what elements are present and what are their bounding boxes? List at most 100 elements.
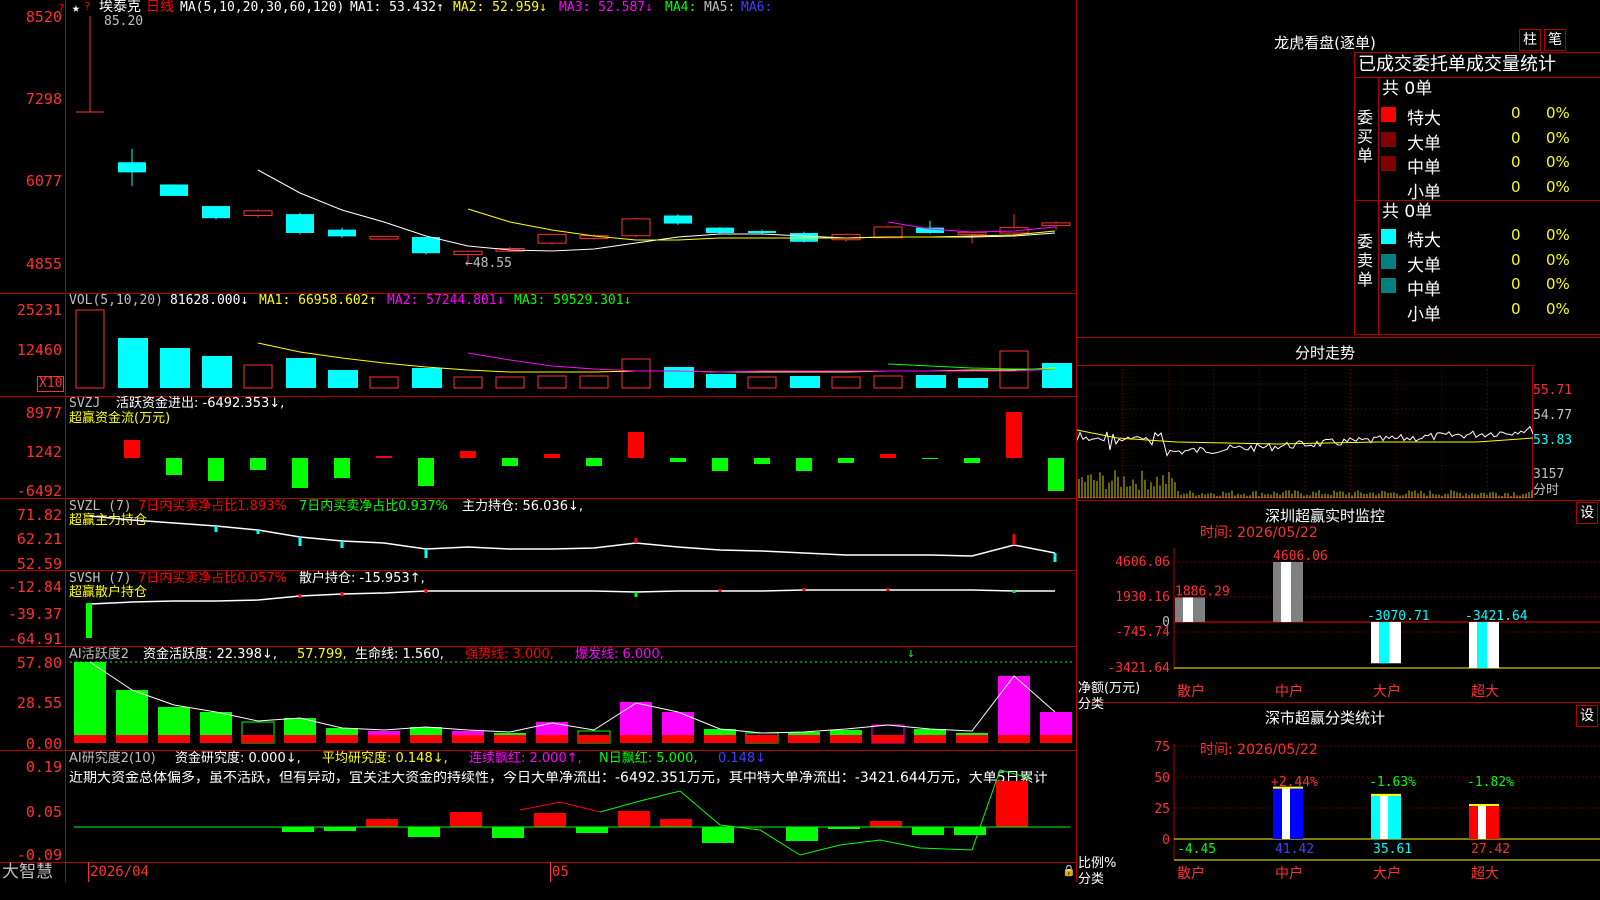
intraday-chart[interactable] [1077, 365, 1533, 498]
fund-flow-bar [376, 456, 392, 458]
monitor-settings-button[interactable]: 设 [1576, 502, 1598, 524]
candle-body [118, 162, 146, 173]
legend-value: 0 [1511, 128, 1521, 147]
activity-base [914, 735, 946, 743]
sell-side-label: 委卖单 [1357, 232, 1374, 289]
activity-base [830, 735, 862, 743]
lock-icon[interactable]: 🔒 [1062, 864, 1076, 878]
svzl-axis-label: 62.21 [16, 530, 62, 548]
panel-separator [1077, 500, 1600, 501]
ma1-value: MA1: 53.432↑ [350, 0, 444, 15]
activity-base [872, 735, 904, 743]
lhb-divider [1354, 77, 1600, 78]
svzj-title: SVZJ [69, 396, 101, 411]
research-bar [828, 827, 860, 829]
svsh-hold: 散户持仓: -15.953↑, [299, 571, 425, 586]
classify-settings-button[interactable]: 设 [1576, 705, 1598, 727]
legend-swatch [1381, 131, 1396, 147]
candle-body [412, 237, 440, 254]
legend-label: 中单 [1407, 280, 1441, 300]
fund-flow-bar [838, 458, 854, 463]
lhb-divider [1354, 200, 1600, 201]
ai-research-cont: 连续飘红: 2.000↑, [469, 751, 582, 766]
period-label[interactable]: 日线 [146, 0, 174, 14]
ai-research-title: AI研究度2(10) [69, 751, 156, 766]
svsh-name: 超赢散户持仓 [69, 585, 148, 600]
candle-body [286, 214, 314, 234]
retail-holding-line [89, 589, 1055, 605]
research-line [519, 801, 601, 813]
volume-bar [328, 370, 358, 388]
bar-mode-button[interactable]: 柱 [1519, 29, 1541, 51]
volume-bar [873, 375, 903, 389]
svsh-axis-label: -39.37 [7, 605, 62, 623]
legend-label: 大单 [1407, 133, 1441, 154]
buy-row: 大单 0 0% [1381, 128, 1598, 154]
brand-label: 大智慧 [2, 862, 53, 882]
activity-bar [704, 729, 736, 743]
activity-base [956, 735, 988, 743]
candle-body [999, 227, 1029, 234]
ai-active-axis-label: 28.55 [16, 694, 62, 712]
vol-ma-line [257, 342, 1056, 373]
ai-research-nday: N日飘红: 5.000, [599, 751, 698, 766]
ma3-line [887, 221, 1056, 233]
volume-bar [664, 367, 694, 388]
vol-ma1: MA1: 66958.602↑ [259, 293, 377, 308]
research-bar [450, 812, 482, 827]
activity-base [494, 735, 526, 743]
volume-bar [243, 364, 273, 389]
legend-value: 0 [1511, 104, 1521, 122]
classify-time: 时间: 2026/05/22 [1200, 742, 1318, 758]
research-bar [618, 811, 650, 827]
panel-separator [1077, 702, 1600, 703]
main-chart-area[interactable]: 8520 7298 6077 4855 ? ★ ? 埃泰克 日线 MA(5,10… [0, 0, 1077, 882]
date-tick [550, 862, 551, 882]
research-bar [366, 819, 398, 827]
ma2-value: MA2: 52.959↓ [453, 0, 547, 15]
activity-bar [284, 718, 316, 743]
lhb-divider [1378, 77, 1379, 334]
volume-bar [495, 376, 525, 389]
activity-bar [200, 712, 232, 743]
vol-axis-label: 12460 [16, 341, 62, 359]
candle-body [160, 184, 188, 196]
activity-base [200, 735, 232, 743]
activity-base [158, 735, 190, 743]
intraday-axis-label: 53.83 [1533, 433, 1573, 448]
legend-label: 中单 [1407, 158, 1441, 178]
alert-icon[interactable]: ? [58, 2, 65, 16]
legend-swatch [1381, 156, 1396, 171]
activity-base [788, 735, 820, 743]
sell-row: 中单 0 0% [1381, 275, 1598, 300]
fund-flow-bar [586, 458, 602, 466]
activity-base [242, 735, 274, 743]
main-holding-line [89, 515, 1056, 557]
research-bar [534, 813, 566, 827]
fund-flow-bar [670, 458, 686, 462]
candle-body [579, 235, 609, 239]
monitor-time: 时间: 2026/05/22 [1200, 525, 1318, 541]
sell-row: 大单 0 0% [1381, 251, 1598, 276]
activity-bar [326, 728, 358, 743]
volume-bar [202, 356, 232, 388]
monitor-xlabel: 分类 [1078, 697, 1105, 712]
activity-bar [452, 731, 484, 743]
vol-ma-line [887, 363, 1055, 370]
legend-value: 0 [1511, 299, 1521, 318]
research-bar [324, 827, 356, 831]
legend-swatch [1381, 181, 1396, 196]
candle-body [621, 218, 651, 237]
svzj-axis-label: 8977 [25, 404, 62, 422]
legend-value: 0 [1511, 177, 1521, 196]
legend-value: 0 [1511, 275, 1521, 293]
legend-label: 小单 [1407, 182, 1441, 203]
candle-body [664, 215, 692, 224]
star-icon[interactable]: ★ [72, 2, 80, 16]
pen-mode-button[interactable]: 笔 [1544, 29, 1566, 51]
intraday-axis-label: 54.77 [1533, 408, 1573, 423]
ai-research-axis-label: 0.05 [25, 803, 62, 821]
svsh-title: SVSH (7) [69, 571, 132, 586]
legend-label: 大单 [1407, 255, 1441, 276]
research-bar [660, 819, 692, 827]
